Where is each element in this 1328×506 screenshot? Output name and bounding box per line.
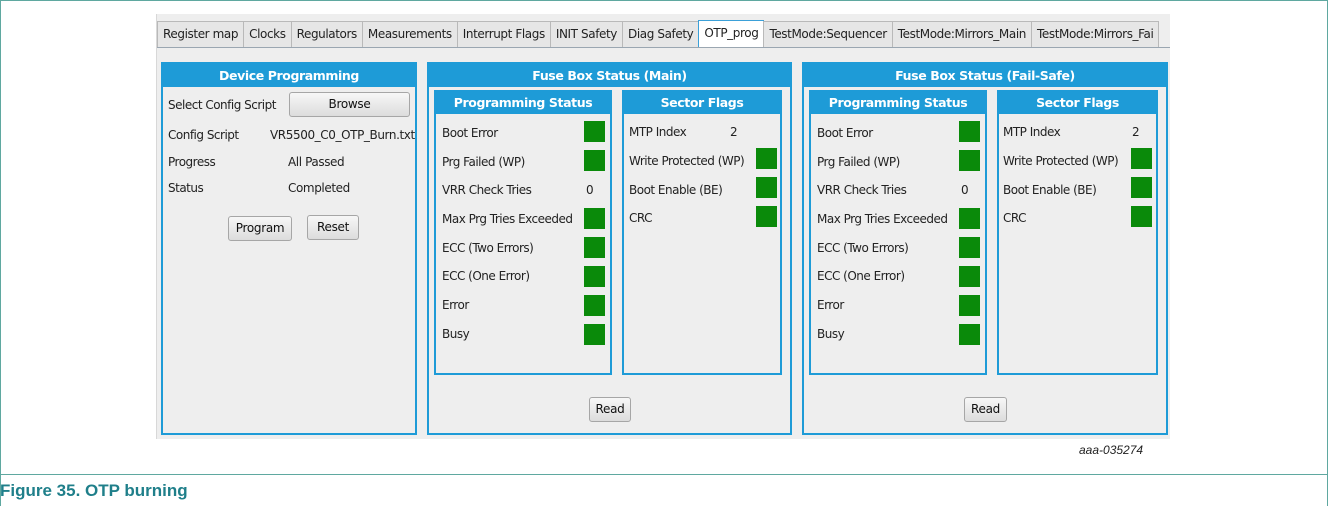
main-programming-status: Programming Status Boot Error Prg Failed… xyxy=(434,90,612,375)
tab-register-map[interactable]: Register map xyxy=(157,21,245,47)
main-boot-enable-led xyxy=(756,177,777,198)
failsafe-write-protected-led xyxy=(1131,148,1152,169)
main-error-led xyxy=(584,295,605,316)
main-ecc-two-led xyxy=(584,237,605,258)
main-read-button[interactable]: Read xyxy=(589,397,631,422)
failsafe-programming-status-title: Programming Status xyxy=(811,92,985,114)
failsafe-busy-label: Busy xyxy=(817,327,845,341)
figure-reference: aaa-035274 xyxy=(1079,443,1144,457)
device-programming-title: Device Programming xyxy=(163,64,415,87)
tab-testmode-sequencer[interactable]: TestMode:Sequencer xyxy=(763,21,893,47)
tab-diag-safety[interactable]: Diag Safety xyxy=(622,21,700,47)
failsafe-boot-error-led xyxy=(959,121,980,142)
failsafe-boot-error-label: Boot Error xyxy=(817,126,873,140)
failsafe-vrr-check-label: VRR Check Tries xyxy=(817,183,907,197)
failsafe-read-button[interactable]: Read xyxy=(964,397,1007,422)
failsafe-crc-led xyxy=(1131,206,1152,227)
fusebox-main-panel: Fuse Box Status (Main) Programming Statu… xyxy=(427,62,792,435)
progress-label: Progress xyxy=(168,155,216,169)
reset-button[interactable]: Reset xyxy=(307,215,359,240)
fusebox-failsafe-panel: Fuse Box Status (Fail-Safe) Programming … xyxy=(802,62,1168,435)
progress-value: All Passed xyxy=(288,155,345,169)
failsafe-mtp-index-label: MTP Index xyxy=(1003,125,1061,139)
main-busy-label: Busy xyxy=(442,327,470,341)
main-error-label: Error xyxy=(442,298,469,312)
failsafe-ecc-two-led xyxy=(959,237,980,258)
main-ecc-two-label: ECC (Two Errors) xyxy=(442,241,534,255)
figure-caption: Figure 35. OTP burning xyxy=(0,481,188,500)
fusebox-failsafe-title: Fuse Box Status (Fail-Safe) xyxy=(804,64,1166,87)
select-config-label: Select Config Script xyxy=(168,98,276,112)
status-value: Completed xyxy=(288,181,350,195)
status-label: Status xyxy=(168,181,204,195)
program-button[interactable]: Program xyxy=(228,216,292,241)
main-ecc-one-label: ECC (One Error) xyxy=(442,269,530,283)
main-write-protected-label: Write Protected (WP) xyxy=(629,154,745,168)
config-script-value: VR5500_C0_OTP_Burn.txt xyxy=(270,128,415,142)
main-boot-enable-label: Boot Enable (BE) xyxy=(629,183,723,197)
main-ecc-one-led xyxy=(584,266,605,287)
failsafe-max-prg-label: Max Prg Tries Exceeded xyxy=(817,212,948,226)
fusebox-main-title: Fuse Box Status (Main) xyxy=(429,64,790,87)
failsafe-ecc-two-label: ECC (Two Errors) xyxy=(817,241,909,255)
figure-divider xyxy=(0,474,1328,475)
main-boot-error-led xyxy=(584,121,605,142)
main-write-protected-led xyxy=(756,148,777,169)
failsafe-write-protected-label: Write Protected (WP) xyxy=(1003,154,1119,168)
failsafe-ecc-one-label: ECC (One Error) xyxy=(817,269,905,283)
main-vrr-check-value: 0 xyxy=(586,183,594,197)
main-crc-led xyxy=(756,206,777,227)
failsafe-boot-enable-label: Boot Enable (BE) xyxy=(1003,183,1097,197)
failsafe-crc-label: CRC xyxy=(1003,211,1027,225)
tab-measurements[interactable]: Measurements xyxy=(361,21,458,47)
device-programming-panel: Device Programming Select Config Script … xyxy=(161,62,417,435)
failsafe-error-label: Error xyxy=(817,298,844,312)
main-sector-flags: Sector Flags MTP Index 2 Write Protected… xyxy=(622,90,782,375)
failsafe-ecc-one-led xyxy=(959,266,980,287)
failsafe-sector-flags: Sector Flags MTP Index 2 Write Protected… xyxy=(997,90,1158,375)
failsafe-prg-failed-led xyxy=(959,150,980,171)
tab-testmode-mirrors-main[interactable]: TestMode:Mirrors_Main xyxy=(891,21,1032,47)
failsafe-vrr-check-value: 0 xyxy=(961,183,969,197)
tab-regulators[interactable]: Regulators xyxy=(290,21,363,47)
main-mtp-index-label: MTP Index xyxy=(629,125,687,139)
failsafe-prg-failed-label: Prg Failed (WP) xyxy=(817,155,900,169)
main-max-prg-label: Max Prg Tries Exceeded xyxy=(442,212,573,226)
tab-otp-prog[interactable]: OTP_prog xyxy=(698,20,765,47)
failsafe-mtp-index-value: 2 xyxy=(1132,125,1140,139)
failsafe-sector-flags-title: Sector Flags xyxy=(999,92,1156,114)
failsafe-max-prg-led xyxy=(959,208,980,229)
main-sector-flags-title: Sector Flags xyxy=(624,92,780,114)
tab-interrupt-flags[interactable]: Interrupt Flags xyxy=(456,21,551,47)
main-prg-failed-label: Prg Failed (WP) xyxy=(442,155,525,169)
main-busy-led xyxy=(584,324,605,345)
failsafe-error-led xyxy=(959,295,980,316)
main-prg-failed-led xyxy=(584,150,605,171)
tab-bar: Register map Clocks Regulators Measureme… xyxy=(157,20,1170,48)
main-mtp-index-value: 2 xyxy=(730,125,738,139)
config-script-label: Config Script xyxy=(168,128,239,142)
browse-button[interactable]: Browse xyxy=(289,92,410,117)
tab-clocks[interactable]: Clocks xyxy=(243,21,292,47)
main-max-prg-led xyxy=(584,208,605,229)
tab-init-safety[interactable]: INIT Safety xyxy=(549,21,624,47)
figure-page: Register map Clocks Regulators Measureme… xyxy=(0,0,1328,506)
main-programming-status-title: Programming Status xyxy=(436,92,610,114)
app-window: Register map Clocks Regulators Measureme… xyxy=(156,14,1170,439)
failsafe-programming-status: Programming Status Boot Error Prg Failed… xyxy=(809,90,987,375)
main-crc-label: CRC xyxy=(629,211,653,225)
failsafe-boot-enable-led xyxy=(1131,177,1152,198)
failsafe-busy-led xyxy=(959,324,980,345)
main-vrr-check-label: VRR Check Tries xyxy=(442,183,532,197)
tab-testmode-mirrors-failsafe[interactable]: TestMode:Mirrors_Fai xyxy=(1030,21,1160,47)
main-boot-error-label: Boot Error xyxy=(442,126,498,140)
